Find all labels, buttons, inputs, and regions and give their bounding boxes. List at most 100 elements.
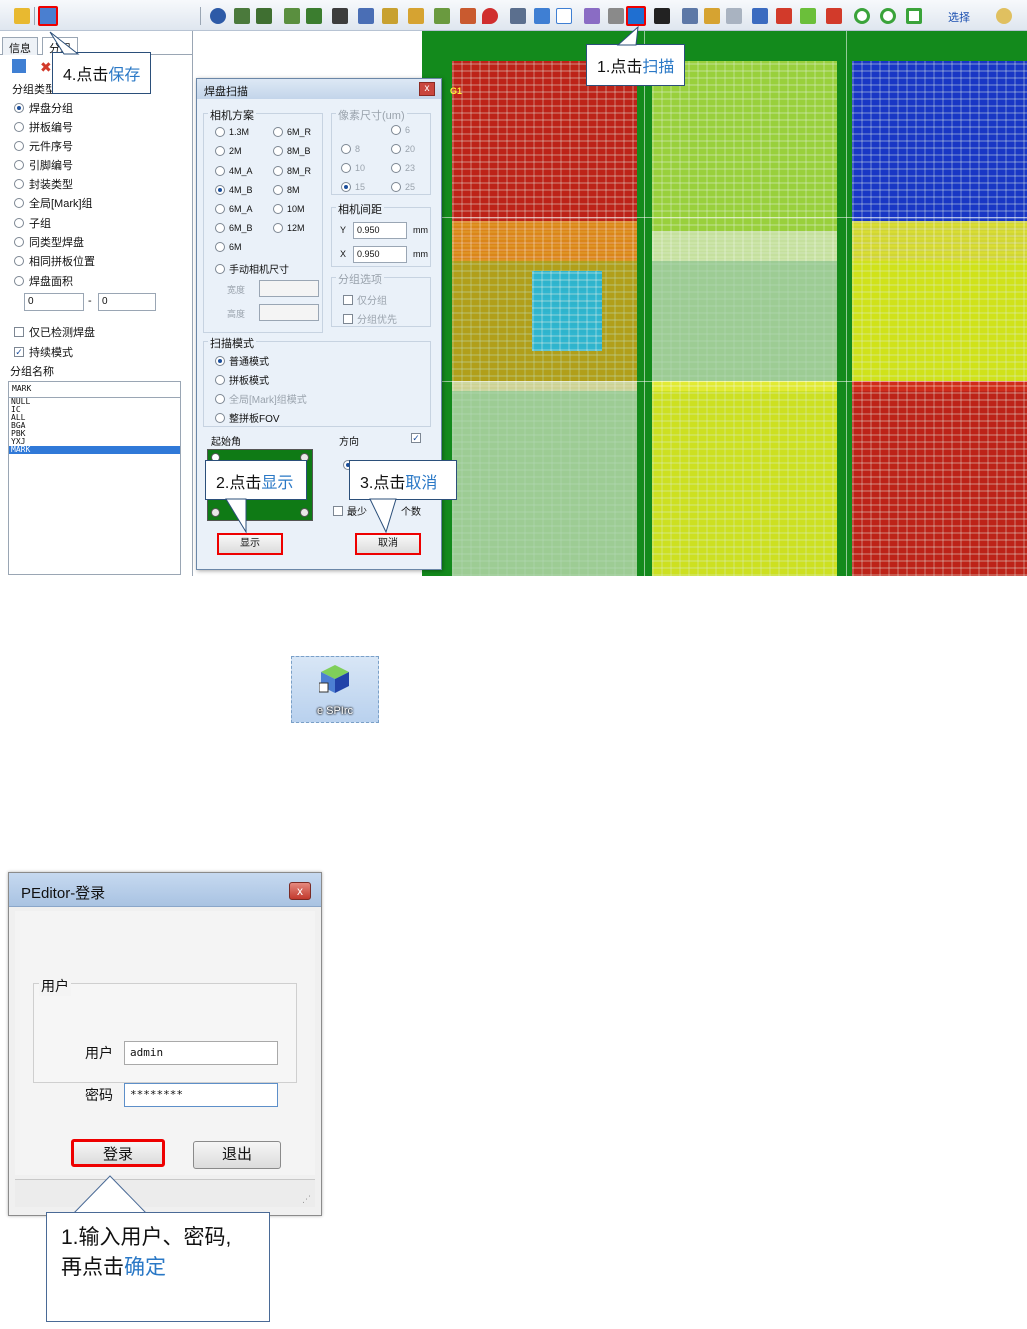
checkbox-checked-icon[interactable]: ✓ [14, 347, 24, 357]
group-type-option[interactable]: 拼板编号 [14, 119, 73, 135]
grid-icon[interactable] [608, 8, 624, 24]
pixel-option[interactable]: 25 [391, 182, 415, 192]
password-input[interactable]: ******** [124, 1083, 278, 1107]
pin-icon[interactable] [434, 8, 450, 24]
delete-icon[interactable] [776, 8, 792, 24]
group-type-option[interactable]: 相同拼板位置 [14, 253, 95, 269]
radio-icon[interactable] [341, 144, 351, 154]
pin-icon[interactable] [460, 8, 476, 24]
group-type-option[interactable]: 焊盘分组 [14, 100, 73, 116]
list-item[interactable]: BGA [9, 422, 180, 430]
square-icon[interactable] [906, 8, 922, 24]
radio-icon[interactable] [215, 242, 225, 252]
check-icon[interactable] [800, 8, 816, 24]
radio-icon[interactable] [215, 263, 225, 274]
save-group-icon[interactable] [12, 59, 26, 73]
only-group-checkbox[interactable]: 仅分组 [343, 292, 387, 307]
search-icon[interactable] [996, 8, 1012, 24]
camera-option[interactable]: 12M [273, 223, 305, 233]
pitch-y-input[interactable]: 0.950 [353, 222, 407, 239]
continuous-mode-checkbox[interactable]: ✓ 持续模式 [14, 344, 73, 360]
pixel-option[interactable]: 20 [391, 144, 415, 154]
arrow-icon[interactable] [306, 8, 322, 24]
stop-icon[interactable] [826, 8, 842, 24]
group-type-option[interactable]: 封装类型 [14, 176, 73, 192]
checkbox-icon[interactable] [14, 327, 24, 337]
cancel-button[interactable]: 取消 [355, 533, 421, 555]
direction-checkbox-icon[interactable]: ✓ [411, 433, 421, 443]
align-icon[interactable] [234, 8, 250, 24]
close-icon[interactable]: x [419, 82, 435, 96]
align-icon[interactable] [256, 8, 272, 24]
close-icon[interactable]: x [289, 882, 311, 900]
scan-mode-option[interactable]: 拼板模式 [215, 372, 269, 387]
radio-icon[interactable] [273, 223, 283, 233]
tiles-icon[interactable] [654, 8, 670, 24]
radio-icon[interactable] [14, 256, 24, 266]
radio-icon[interactable] [273, 204, 283, 214]
radio-icon[interactable] [215, 374, 225, 385]
circle-icon[interactable] [854, 8, 870, 24]
camera-option[interactable]: 6M [215, 242, 242, 252]
manual-camera-option[interactable]: 手动相机尺寸 [215, 261, 289, 276]
radio-icon[interactable] [14, 122, 24, 132]
camera-option[interactable]: 1.3M [215, 127, 249, 137]
show-button[interactable]: 显示 [217, 533, 283, 555]
radio-icon[interactable] [391, 144, 401, 154]
list-item[interactable]: PBK [9, 430, 180, 438]
checkbox-icon[interactable] [333, 505, 343, 516]
ruler-icon[interactable] [704, 8, 720, 24]
chart-icon[interactable] [752, 8, 768, 24]
width-input[interactable] [259, 280, 319, 297]
area-to-input[interactable]: 0 [98, 293, 156, 311]
chip-icon[interactable] [332, 8, 348, 24]
min-count-checkbox[interactable]: 最少 [333, 503, 367, 518]
open-icon[interactable] [14, 8, 30, 24]
radio-icon[interactable] [14, 179, 24, 189]
group-type-option[interactable]: 子组 [14, 215, 51, 231]
corner-radio-icon[interactable] [211, 508, 220, 517]
list-item[interactable]: ALL [9, 414, 180, 422]
radio-icon[interactable] [215, 166, 225, 176]
radio-icon[interactable] [14, 198, 24, 208]
username-input[interactable]: admin [124, 1041, 278, 1065]
checkbox-icon[interactable] [343, 294, 353, 305]
pcb-canvas[interactable]: G1 [422, 31, 1027, 576]
group-type-option[interactable]: 同类型焊盘 [14, 234, 84, 250]
radio-icon[interactable] [273, 185, 283, 195]
radio-icon[interactable] [14, 103, 24, 113]
camera-option[interactable]: 4M_B [215, 185, 253, 195]
radio-icon[interactable] [14, 141, 24, 151]
layers-icon[interactable] [382, 8, 398, 24]
radio-icon[interactable] [391, 182, 401, 192]
tools-icon[interactable] [358, 8, 374, 24]
camera-option[interactable]: 8M_R [273, 166, 311, 176]
scan-mode-option[interactable]: 普通模式 [215, 353, 269, 368]
radio-icon[interactable] [215, 146, 225, 156]
pixel-option[interactable]: 15 [341, 182, 365, 192]
list-item[interactable]: NULL [9, 398, 180, 406]
table-icon[interactable] [726, 8, 742, 24]
radio-icon[interactable] [341, 163, 351, 173]
camera-option[interactable]: 8M_B [273, 146, 311, 156]
pitch-x-input[interactable]: 0.950 [353, 246, 407, 263]
radio-icon[interactable] [215, 355, 225, 366]
pin-icon[interactable] [408, 8, 424, 24]
camera-option[interactable]: 6M_B [215, 223, 253, 233]
scan-camera-icon[interactable] [626, 6, 646, 26]
radio-icon[interactable] [215, 393, 225, 404]
radio-icon[interactable] [215, 223, 225, 233]
camera-option[interactable]: 6M_R [273, 127, 311, 137]
corner-radio-icon[interactable] [300, 508, 309, 517]
tab-info[interactable]: 信息 [2, 37, 38, 55]
espi-desktop-shortcut[interactable]: e SPIrc [291, 656, 379, 723]
location-icon[interactable] [482, 8, 498, 24]
group-type-option[interactable]: 元件序号 [14, 138, 73, 154]
checkbox-icon[interactable] [343, 313, 353, 324]
pixel-option[interactable]: 6 [391, 125, 410, 135]
radio-icon[interactable] [391, 163, 401, 173]
scan-mode-option[interactable]: 全局[Mark]组模式 [215, 391, 307, 406]
sort-icon[interactable] [682, 8, 698, 24]
radio-icon[interactable] [14, 276, 24, 286]
radio-icon[interactable] [341, 182, 351, 192]
